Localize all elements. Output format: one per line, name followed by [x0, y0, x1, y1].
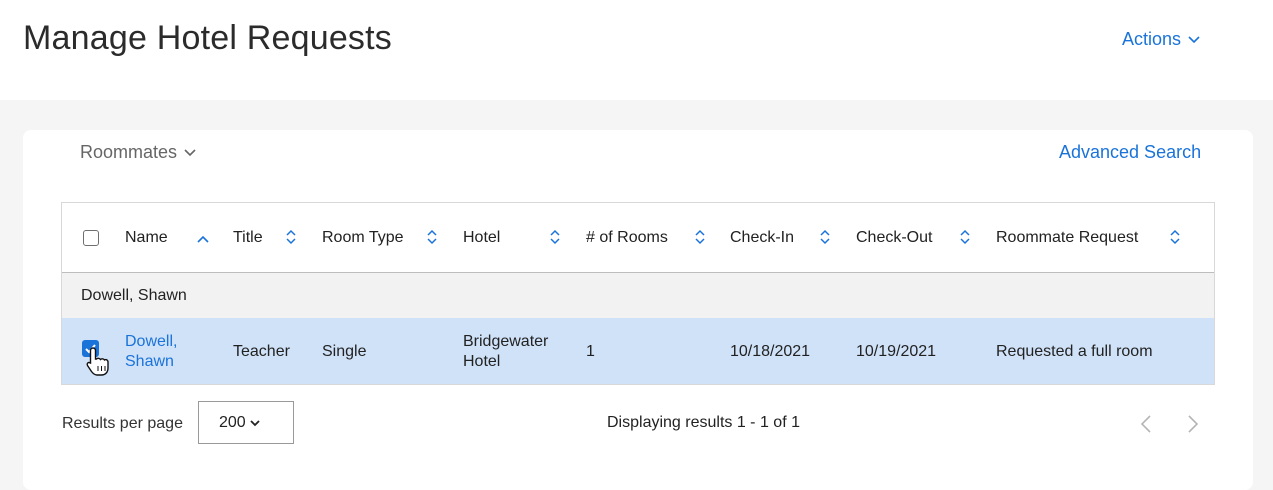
column-header-hotel[interactable]: Hotel [463, 229, 500, 247]
results-display-text: Displaying results 1 - 1 of 1 [607, 414, 800, 431]
row-name-line1: Dowell, [125, 333, 178, 350]
results-per-page-select[interactable]: 200 [198, 401, 294, 444]
advanced-search-link[interactable]: Advanced Search [1059, 142, 1201, 163]
chevron-down-icon [184, 148, 196, 156]
sort-both-icon[interactable] [693, 229, 707, 245]
chevron-down-icon [250, 419, 260, 426]
sort-both-icon[interactable] [425, 229, 439, 245]
column-header-rooms[interactable]: # of Rooms [586, 229, 668, 247]
results-per-page-value: 200 [219, 413, 246, 431]
requests-table: Name Title Room Type Hotel # of Rooms Ch… [61, 202, 1215, 385]
sort-both-icon[interactable] [958, 229, 972, 245]
table-row[interactable]: Dowell, Shawn Teacher Single Bridgewater… [62, 318, 1214, 384]
page-header: Manage Hotel Requests Actions [0, 0, 1273, 100]
row-roommate-request: Requested a full room [996, 343, 1153, 360]
group-row: Dowell, Shawn [62, 273, 1214, 319]
page-title: Manage Hotel Requests [23, 19, 392, 57]
sort-both-icon[interactable] [1168, 229, 1182, 245]
column-header-check-out[interactable]: Check-Out [856, 229, 932, 247]
row-name-link[interactable]: Dowell, Shawn [125, 332, 177, 372]
row-hotel-line1: Bridgewater [463, 333, 549, 350]
actions-label: Actions [1122, 29, 1182, 49]
row-hotel-line2: Hotel [463, 353, 501, 370]
group-label: Dowell, Shawn [81, 287, 187, 304]
chevron-left-icon[interactable] [1139, 414, 1153, 434]
select-all-checkbox[interactable] [83, 230, 99, 246]
sort-both-icon[interactable] [548, 229, 562, 245]
view-filter-dropdown[interactable]: Roommates [80, 142, 197, 163]
row-rooms: 1 [586, 343, 595, 360]
row-hotel: Bridgewater Hotel [463, 332, 548, 372]
column-header-room-type[interactable]: Room Type [322, 229, 404, 247]
row-room-type: Single [322, 343, 367, 360]
sort-both-icon[interactable] [818, 229, 832, 245]
table-header: Name Title Room Type Hotel # of Rooms Ch… [62, 203, 1214, 273]
column-header-check-in[interactable]: Check-In [730, 229, 794, 247]
column-header-name[interactable]: Name [125, 229, 168, 247]
row-name-line2: Shawn [125, 353, 174, 370]
column-header-title[interactable]: Title [233, 229, 263, 247]
chevron-down-icon [1188, 35, 1200, 43]
row-title: Teacher [233, 343, 290, 360]
results-per-page-label: Results per page [62, 415, 183, 432]
row-check-in: 10/18/2021 [730, 343, 811, 360]
actions-menu-button[interactable]: Actions [1122, 29, 1201, 50]
column-header-roommate-request[interactable]: Roommate Request [996, 229, 1138, 247]
sort-asc-icon[interactable] [196, 232, 210, 248]
hand-pointer-icon [86, 347, 109, 376]
chevron-right-icon[interactable] [1186, 414, 1200, 434]
sort-both-icon[interactable] [284, 229, 298, 245]
row-check-out: 10/19/2021 [856, 343, 937, 360]
view-filter-label: Roommates [80, 142, 178, 162]
